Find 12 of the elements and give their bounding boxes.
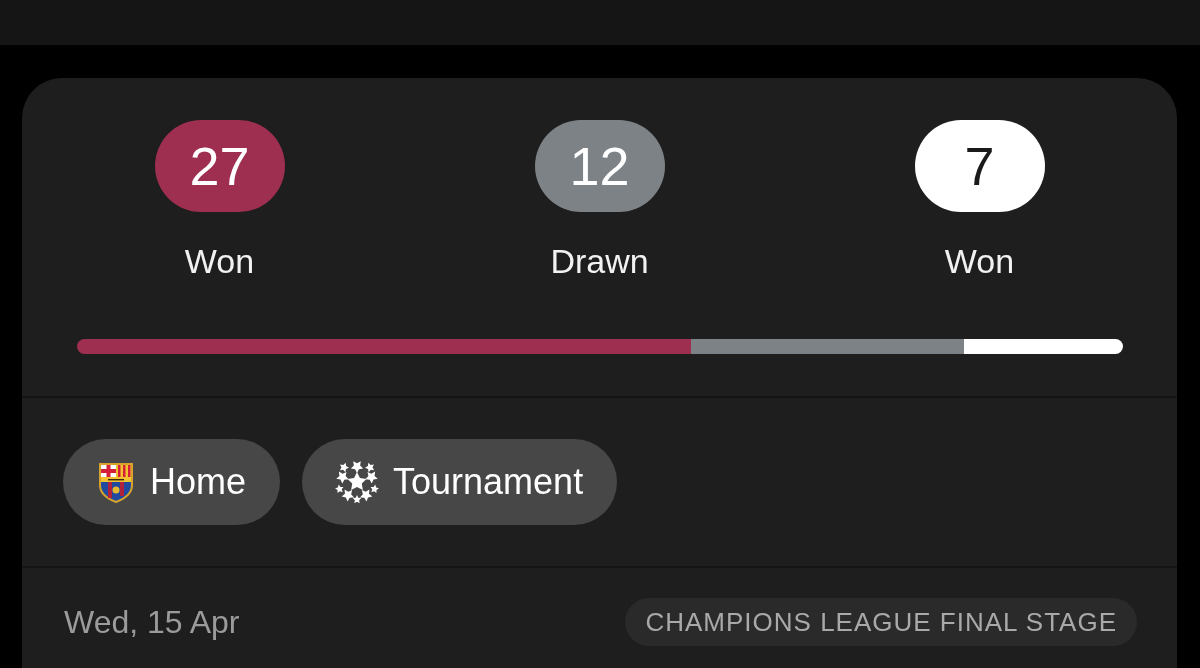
result-count: 12	[534, 120, 665, 212]
result-label: Won	[184, 241, 255, 282]
filter-chip[interactable]: Tournament	[302, 439, 618, 525]
filter-chip[interactable]: Home	[63, 439, 281, 525]
star-ball-icon	[335, 460, 380, 504]
match-date: Wed, 15 Apr	[64, 603, 240, 642]
result-label: Won	[944, 241, 1015, 282]
competition-tag: CHAMPIONS LEAGUE FINAL STAGE	[625, 598, 1137, 646]
crest-icon	[96, 461, 136, 503]
result-label: Drawn	[550, 241, 649, 282]
result-count: 7	[914, 120, 1045, 212]
result-count: 27	[154, 120, 285, 212]
